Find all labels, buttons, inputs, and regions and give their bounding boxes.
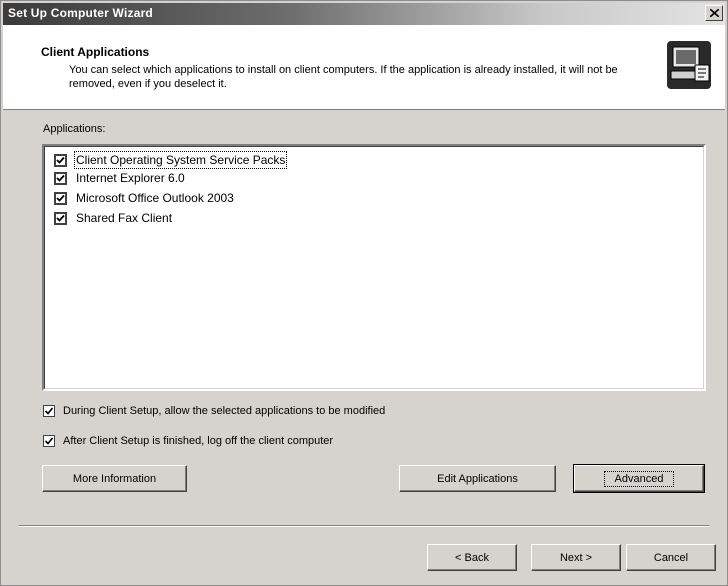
back-button[interactable]: < Back [427, 544, 517, 571]
checkbox[interactable] [54, 171, 67, 185]
checkbox[interactable] [54, 153, 67, 167]
log-off-option[interactable]: After Client Setup is finished, log off … [43, 435, 333, 447]
list-frame: Client Operating System Service Packs In… [44, 146, 704, 389]
check-icon [44, 437, 54, 445]
page-description: You can select which applications to ins… [69, 64, 618, 90]
applications-label: Applications: [43, 123, 106, 135]
window-title: Set Up Computer Wizard [8, 6, 153, 20]
check-icon [56, 214, 65, 222]
advanced-button-label: Advanced [603, 470, 675, 487]
check-icon [56, 156, 65, 164]
edit-applications-button[interactable]: Edit Applications [399, 465, 556, 492]
allow-modify-option[interactable]: During Client Setup, allow the selected … [43, 405, 385, 417]
list-item-label: Microsoft Office Outlook 2003 [76, 191, 234, 205]
list-item-label: Client Operating System Service Packs [73, 151, 288, 169]
check-icon [56, 194, 65, 202]
wizard-window: Set Up Computer Wizard Client Applicatio… [0, 0, 728, 586]
title-bar[interactable]: Set Up Computer Wizard [3, 3, 725, 25]
allow-modify-checkbox[interactable] [43, 405, 55, 417]
log-off-checkbox[interactable] [43, 435, 55, 447]
next-button[interactable]: Next > [531, 544, 621, 571]
check-icon [44, 407, 54, 415]
close-button[interactable] [705, 5, 723, 21]
applications-list[interactable]: Client Operating System Service Packs In… [42, 144, 706, 391]
log-off-label: After Client Setup is finished, log off … [63, 435, 334, 447]
advanced-button[interactable]: Advanced [573, 464, 705, 493]
footer-separator [19, 525, 709, 527]
more-information-button[interactable]: More Information [42, 465, 187, 492]
allow-modify-label: During Client Setup, allow the selected … [63, 405, 386, 417]
checkbox[interactable] [54, 191, 67, 205]
list-item[interactable]: Shared Fax Client [54, 209, 172, 227]
check-icon [56, 174, 65, 182]
checkbox[interactable] [54, 211, 67, 225]
page-title: Client Applications [41, 45, 150, 59]
list-item[interactable]: Microsoft Office Outlook 2003 [54, 189, 234, 207]
close-icon [710, 9, 719, 17]
computer-setup-icon [667, 41, 711, 89]
cancel-button[interactable]: Cancel [626, 544, 716, 571]
list-item[interactable]: Client Operating System Service Packs [54, 151, 288, 169]
wizard-header: Client Applications You can select which… [3, 25, 725, 110]
list-item[interactable]: Internet Explorer 6.0 [54, 169, 185, 187]
list-item-label: Internet Explorer 6.0 [76, 171, 185, 185]
list-item-label: Shared Fax Client [76, 211, 173, 225]
